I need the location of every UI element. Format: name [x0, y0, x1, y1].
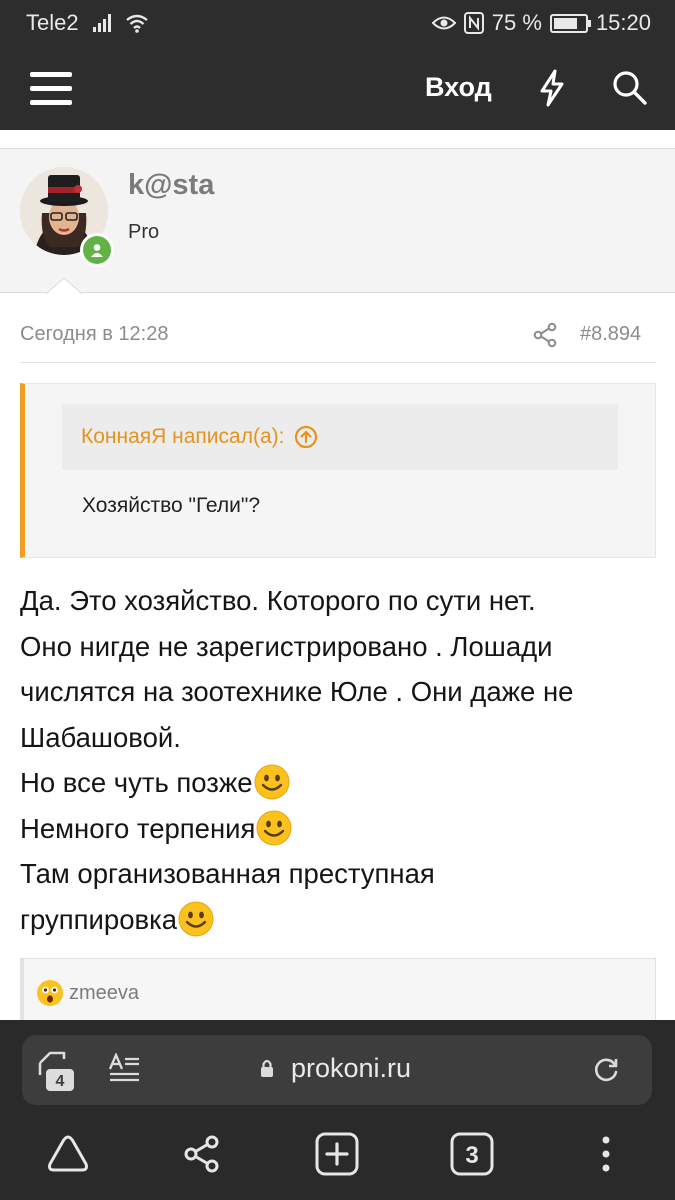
- reaction-user: zmeeva: [69, 981, 140, 1004]
- battery-percent: 75 %: [491, 10, 542, 35]
- username-link[interactable]: k@sta: [128, 169, 214, 202]
- eye-comfort-icon: [431, 16, 456, 30]
- quote-text: Хозяйство "Гели"?: [82, 494, 261, 517]
- tab-switcher-count: 3: [465, 1142, 478, 1169]
- clock: 15:20: [595, 10, 651, 35]
- online-indicator: [80, 233, 114, 267]
- url-text[interactable]: prokoni.ru: [291, 1053, 411, 1084]
- arrow-up-circle-icon[interactable]: [294, 425, 318, 449]
- post-body: Да. Это хозяйство. Которого по сути нет.…: [20, 578, 656, 942]
- quote-author-link[interactable]: КоннаяЯ написал(а):: [81, 425, 318, 449]
- reactions-bar[interactable]: zmeeva: [20, 958, 656, 1028]
- battery-icon: [549, 13, 591, 33]
- user-card: k@sta Pro: [0, 148, 675, 293]
- hamburger-icon[interactable]: [30, 70, 72, 106]
- more-icon[interactable]: [582, 1130, 630, 1178]
- reader-mode-icon[interactable]: [108, 1053, 140, 1083]
- reload-icon[interactable]: [592, 1056, 620, 1084]
- tab-switcher-icon[interactable]: 3: [448, 1130, 496, 1178]
- smile-emoji-icon: [178, 901, 214, 936]
- post-date[interactable]: Сегодня в 12:28: [20, 323, 168, 346]
- carrier-label: Tele2: [26, 10, 79, 35]
- signal-icon: [92, 14, 111, 32]
- quote-author: КоннаяЯ написал(а):: [81, 425, 285, 448]
- lightning-icon[interactable]: [536, 68, 568, 108]
- astonished-icon: [37, 980, 63, 1006]
- post-line-with-emoji: Немного терпения: [20, 806, 656, 852]
- divider: [20, 362, 656, 363]
- address-bar[interactable]: 4 prokoni.ru: [22, 1035, 652, 1105]
- home-icon[interactable]: [44, 1130, 92, 1178]
- smile-emoji-icon: [254, 764, 290, 800]
- quote-block: КоннаяЯ написал(а): Хозяйство "Гели"?: [20, 383, 656, 558]
- post-number[interactable]: #8.894: [580, 323, 641, 346]
- share-icon[interactable]: [532, 322, 558, 348]
- post-line: Там организованная преступная: [20, 858, 435, 889]
- user-icon: [91, 244, 103, 257]
- status-bar: Tele2 75 % 15:20: [0, 0, 675, 48]
- post-line: Оно нигде не зарегистрировано . Лошади: [20, 630, 553, 662]
- post-line: числятся на зоотехнике Юле . Они даже не: [20, 676, 574, 707]
- login-button[interactable]: Вход: [425, 72, 492, 103]
- user-title: Pro: [128, 221, 160, 243]
- tabs-icon[interactable]: 4: [36, 1049, 78, 1093]
- post-line: группировка: [20, 903, 178, 935]
- browser-toolbar: 4 prokoni.ru 3: [0, 1020, 675, 1200]
- quote-header: КоннаяЯ написал(а):: [62, 404, 618, 470]
- card-pointer: [46, 277, 82, 295]
- wifi-icon: [125, 14, 148, 33]
- post-line: Шабашовой.: [20, 721, 181, 753]
- tab-count: 4: [56, 1073, 65, 1090]
- post-line-with-emoji: Но все чуть позже: [20, 760, 656, 806]
- share-icon[interactable]: [178, 1130, 226, 1178]
- new-tab-icon[interactable]: [313, 1130, 361, 1178]
- app-header: Вход: [0, 48, 675, 130]
- post-line: Немного терпения: [20, 812, 256, 844]
- lock-icon: [261, 1059, 273, 1077]
- post-line: Но все чуть позже: [20, 767, 253, 798]
- post-line: Да. Это хозяйство. Которого по сути нет.: [20, 585, 536, 616]
- nfc-icon: [463, 12, 484, 34]
- post-line-with-emoji: группировка: [20, 897, 656, 943]
- reaction-item[interactable]: zmeeva: [36, 979, 139, 1007]
- smile-emoji-icon: [256, 810, 292, 845]
- search-icon[interactable]: [610, 68, 650, 108]
